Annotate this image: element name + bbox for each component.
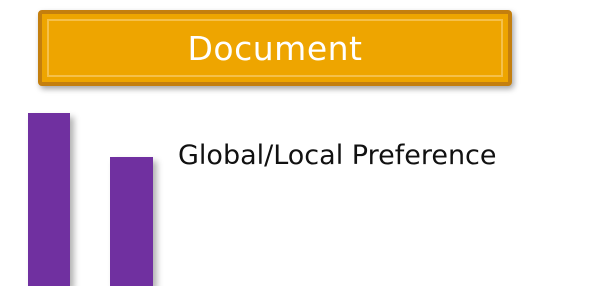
header-inner-frame: Document <box>47 19 503 77</box>
level-bar-secondary <box>110 157 153 286</box>
preference-label: Global/Local Preference <box>178 140 497 171</box>
slide-canvas: Document Global/Local Preference <box>0 0 598 286</box>
level-bar-primary <box>28 113 70 286</box>
header-title: Document <box>187 28 363 68</box>
document-header-box: Document <box>38 10 512 86</box>
